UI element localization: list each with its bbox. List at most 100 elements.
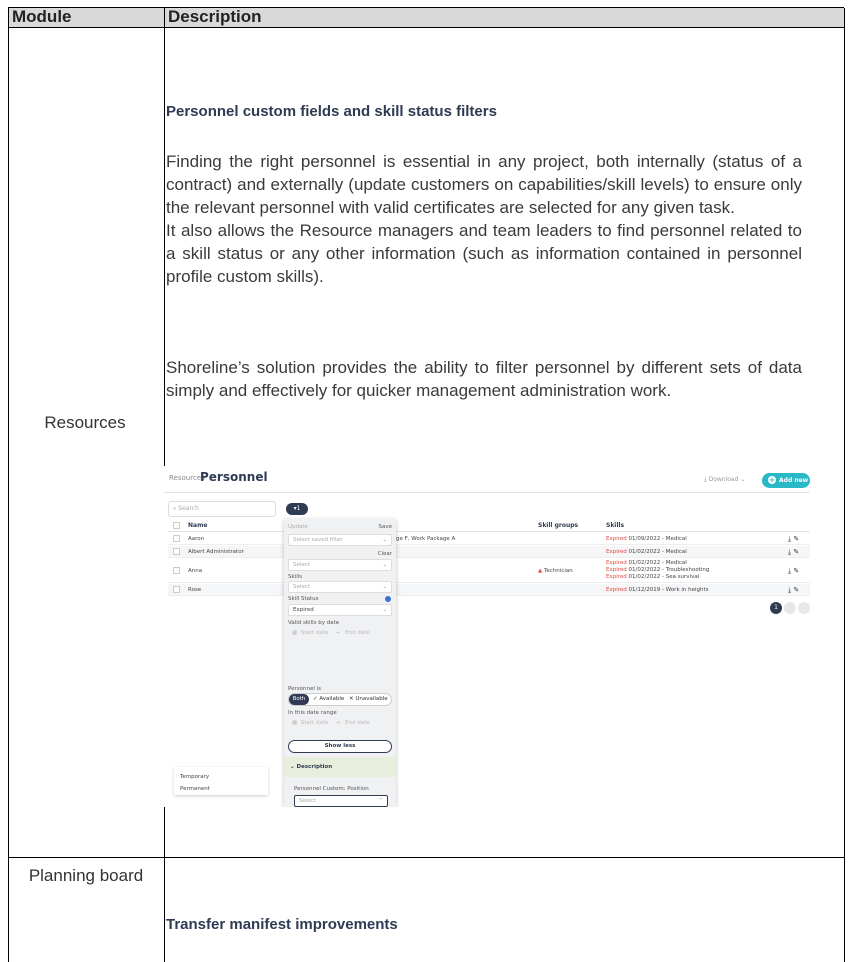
search-icon: ⌕ [173,505,177,512]
download-icon[interactable]: ⤓ [788,567,791,575]
chevron-up-icon: ⌃ [378,798,383,804]
start-date-field[interactable]: Start date [301,630,329,636]
skill-detail: 01/09/2022 - Medical [628,536,687,542]
clear-button[interactable]: Clear [378,551,392,557]
download-icon[interactable]: ⤓ [788,535,791,543]
download-icon[interactable]: ⤓ [788,548,791,556]
search-input[interactable]: ⌕ Search [168,501,276,517]
chevron-down-icon: ⌄ [382,607,387,613]
edit-icon[interactable]: ✎ [793,586,799,594]
table-row[interactable]: Albert Administrator Expired 01/02/2022 … [168,546,810,558]
skill-status: Expired [606,549,627,555]
skill-group: ▲ Technician [538,568,573,574]
option-permanent[interactable]: Permanent [180,786,210,792]
skill-entry: Expired 01/09/2022 - Medical [606,536,687,542]
paragraph-finding-personnel: Finding the right personnel is essential… [166,152,802,217]
show-less-button[interactable]: Show less [288,740,392,753]
personnel-screenshot: Resources Personnel ⤓ Download ⌄ + Add ne… [164,466,810,807]
saved-filter-select[interactable]: Select saved filter ⌄ [288,534,392,546]
description-accordion[interactable]: ⌄ Description [284,757,396,777]
skills-label: Skills [288,574,303,580]
valid-skills-date-range[interactable]: ▦ Start date → End date [292,630,370,636]
available-option[interactable]: ✓ Available [313,694,344,705]
download-icon[interactable]: ⤓ [788,586,791,594]
skill-status: Expired [606,560,627,566]
skill-status: Expired [606,587,627,593]
search-placeholder: Search [178,505,199,512]
table-border-top [8,7,844,8]
edit-icon[interactable]: ✎ [793,567,799,575]
row-checkbox[interactable] [173,567,180,574]
availability-toggle[interactable]: Both ✓ Available ✕ Unavailable [288,693,392,706]
skill-status-select[interactable]: Expired ⌄ [288,604,392,616]
save-button[interactable]: Save [378,524,392,530]
plus-icon: + [768,476,776,484]
add-new-button[interactable]: + Add new [762,473,810,488]
header-description-label: Description [168,7,262,26]
start-date-field[interactable]: Start date [301,720,329,726]
add-new-label: Add new [779,477,809,484]
section-title-planning-board: Transfer manifest improvements [166,916,398,933]
chevron-down-icon: ⌄ [382,584,387,590]
page-last-button[interactable] [798,602,810,614]
skill-status-label: Skill Status [288,596,319,602]
chevron-down-icon: ⌄ [740,476,746,483]
download-button[interactable]: ⤓ Download ⌄ [704,476,745,484]
header-module-cell: Module [9,7,164,27]
date-range-label: In this date range [288,710,337,716]
row-checkbox[interactable] [173,548,180,555]
group-select[interactable]: Select ⌄ [288,559,392,571]
column-skills[interactable]: Skills [606,522,624,529]
row-divider [8,857,844,858]
page-1-button[interactable]: 1 [770,602,782,614]
edit-icon[interactable]: ✎ [793,535,799,543]
table-border-right [844,8,845,962]
select-all-checkbox[interactable] [173,522,180,529]
both-option[interactable]: Both [289,694,309,705]
edit-icon[interactable]: ✎ [793,548,799,556]
row-checkbox[interactable] [173,535,180,542]
description-label: Description [296,764,333,770]
unavailable-option[interactable]: ✕ Unavailable [349,694,388,705]
saved-filter-placeholder: Select saved filter [293,537,343,543]
end-date-field[interactable]: End date [345,630,370,636]
warning-icon: ▲ [538,568,543,574]
header-divider [8,27,844,28]
filter-count: 1 [296,505,301,512]
info-icon[interactable] [385,596,391,602]
calendar-icon: ▦ [292,720,298,726]
person-name: Rose [188,587,202,593]
column-skill-groups[interactable]: Skill groups [538,522,578,529]
end-date-field[interactable]: End date [345,720,370,726]
chevron-down-icon: ⌄ [382,562,387,568]
skill-detail: 01/02/2022 - Medical [628,549,687,555]
skill-detail: 01/12/2019 - Work in heights [628,587,709,593]
download-icon: ⤓ [704,476,707,483]
option-temporary[interactable]: Temporary [180,774,209,780]
chevron-down-icon: ⌄ [382,537,387,543]
module-planning-board: Planning board [28,866,144,885]
row-checkbox[interactable] [173,586,180,593]
column-name[interactable]: Name [188,522,207,529]
header-description-cell: Description [165,7,844,27]
custom-position-label: Personnel Custom: Position [294,786,369,792]
row-actions: ⤓ ✎ [788,535,799,544]
group-select-placeholder: Select [293,562,310,568]
page-next-button[interactable] [784,602,796,614]
update-button[interactable]: Update [288,524,308,530]
skills-select[interactable]: Select ⌄ [288,581,392,593]
filter-button[interactable]: ▾1 [286,503,308,515]
section-title-resources: Personnel custom fields and skill status… [166,103,497,120]
table-row[interactable]: Aaron ge F, Work Package A Expired 01/09… [168,533,810,545]
person-name: Albert Administrator [188,549,244,555]
skills-select-placeholder: Select [293,584,310,590]
table-header: Name Skill groups Skills [168,520,810,532]
skill-entry: Expired 01/02/2022 - Sea survival [606,574,699,580]
table-row[interactable]: Rose Expired 01/12/2019 - Work in height… [168,584,810,596]
availability-date-range[interactable]: ▦ Start date → End date [292,720,370,726]
filter-panel: Update Save Select saved filter ⌄ Clear S… [284,519,396,807]
position-placeholder: Select [299,798,316,804]
calendar-icon: ▦ [292,630,298,636]
table-row[interactable]: Anna ▲ Technician Expired 01/02/2022 - M… [168,559,810,583]
position-select[interactable]: Select ⌃ [294,795,388,807]
